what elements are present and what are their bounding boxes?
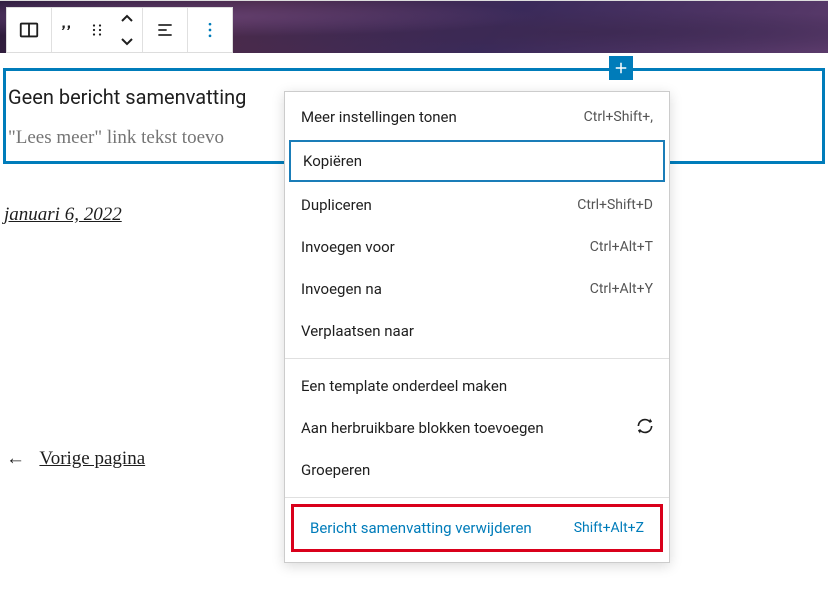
menu-item-remove-block[interactable]: Bericht samenvatting verwijderen Shift+A… [294, 507, 660, 549]
menu-item-label: Aan herbruikbare blokken toevoegen [301, 419, 544, 437]
menu-divider [285, 497, 669, 498]
menu-item-label: Groeperen [301, 461, 370, 479]
menu-item-label: Bericht samenvatting verwijderen [310, 519, 532, 537]
block-inserter-button[interactable] [609, 56, 633, 80]
align-left-icon [155, 20, 175, 40]
previous-page-link[interactable]: Vorige pagina [39, 448, 145, 469]
chevron-down-icon [120, 36, 134, 46]
menu-item-group[interactable]: Groeperen [285, 449, 669, 491]
post-date[interactable]: januari 6, 2022 [4, 204, 122, 226]
menu-item-show-more-settings[interactable]: Meer instellingen tonen Ctrl+Shift+, [285, 96, 669, 138]
menu-item-move-to[interactable]: Verplaatsen naar [285, 310, 669, 352]
menu-item-label: Een template onderdeel maken [301, 377, 507, 395]
menu-divider [285, 358, 669, 359]
menu-item-label: Verplaatsen naar [301, 322, 414, 340]
menu-item-shortcut: Ctrl+Shift+, [584, 109, 653, 125]
menu-item-label: Invoegen na [301, 280, 382, 298]
menu-item-insert-before[interactable]: Invoegen voor Ctrl+Alt+T [285, 226, 669, 268]
block-options-menu: Meer instellingen tonen Ctrl+Shift+, Kop… [284, 91, 670, 563]
options-button[interactable] [188, 8, 232, 52]
menu-section-2: Een template onderdeel maken Aan herbrui… [285, 365, 669, 491]
plus-icon [612, 59, 630, 77]
menu-item-label: Invoegen voor [301, 238, 395, 256]
align-button[interactable] [143, 8, 187, 52]
menu-item-label: Kopiëren [303, 152, 362, 170]
more-vertical-icon [200, 20, 220, 40]
block-toolbar [6, 7, 233, 53]
block-type-button[interactable] [7, 8, 51, 52]
menu-item-insert-after[interactable]: Invoegen na Ctrl+Alt+Y [285, 268, 669, 310]
move-up-button[interactable] [112, 8, 142, 30]
menu-item-shortcut: Ctrl+Alt+T [590, 239, 653, 255]
menu-delete-highlight: Bericht samenvatting verwijderen Shift+A… [291, 504, 663, 552]
block-movers [112, 8, 142, 52]
columns-icon [18, 19, 40, 41]
menu-item-label: Dupliceren [301, 196, 372, 214]
refresh-icon [635, 416, 655, 440]
menu-item-copy[interactable]: Kopiëren [289, 140, 665, 182]
drag-handle[interactable] [82, 8, 112, 52]
move-down-button[interactable] [112, 30, 142, 52]
arrow-left-icon: ← [6, 448, 25, 469]
menu-item-shortcut: Shift+Alt+Z [574, 520, 644, 536]
pagination-previous: ← Vorige pagina [6, 448, 145, 470]
menu-item-create-template-part[interactable]: Een template onderdeel maken [285, 365, 669, 407]
menu-item-shortcut: Ctrl+Shift+D [577, 197, 653, 213]
menu-item-label: Meer instellingen tonen [301, 108, 457, 126]
menu-item-shortcut: Ctrl+Alt+Y [590, 281, 653, 297]
menu-item-add-to-reusable[interactable]: Aan herbruikbare blokken toevoegen [285, 407, 669, 449]
menu-item-duplicate[interactable]: Dupliceren Ctrl+Shift+D [285, 184, 669, 226]
quote-icon [58, 21, 76, 39]
drag-icon [88, 21, 106, 39]
chevron-up-icon [120, 14, 134, 24]
quote-style-button[interactable] [52, 8, 82, 52]
menu-section-1: Meer instellingen tonen Ctrl+Shift+, Kop… [285, 96, 669, 352]
